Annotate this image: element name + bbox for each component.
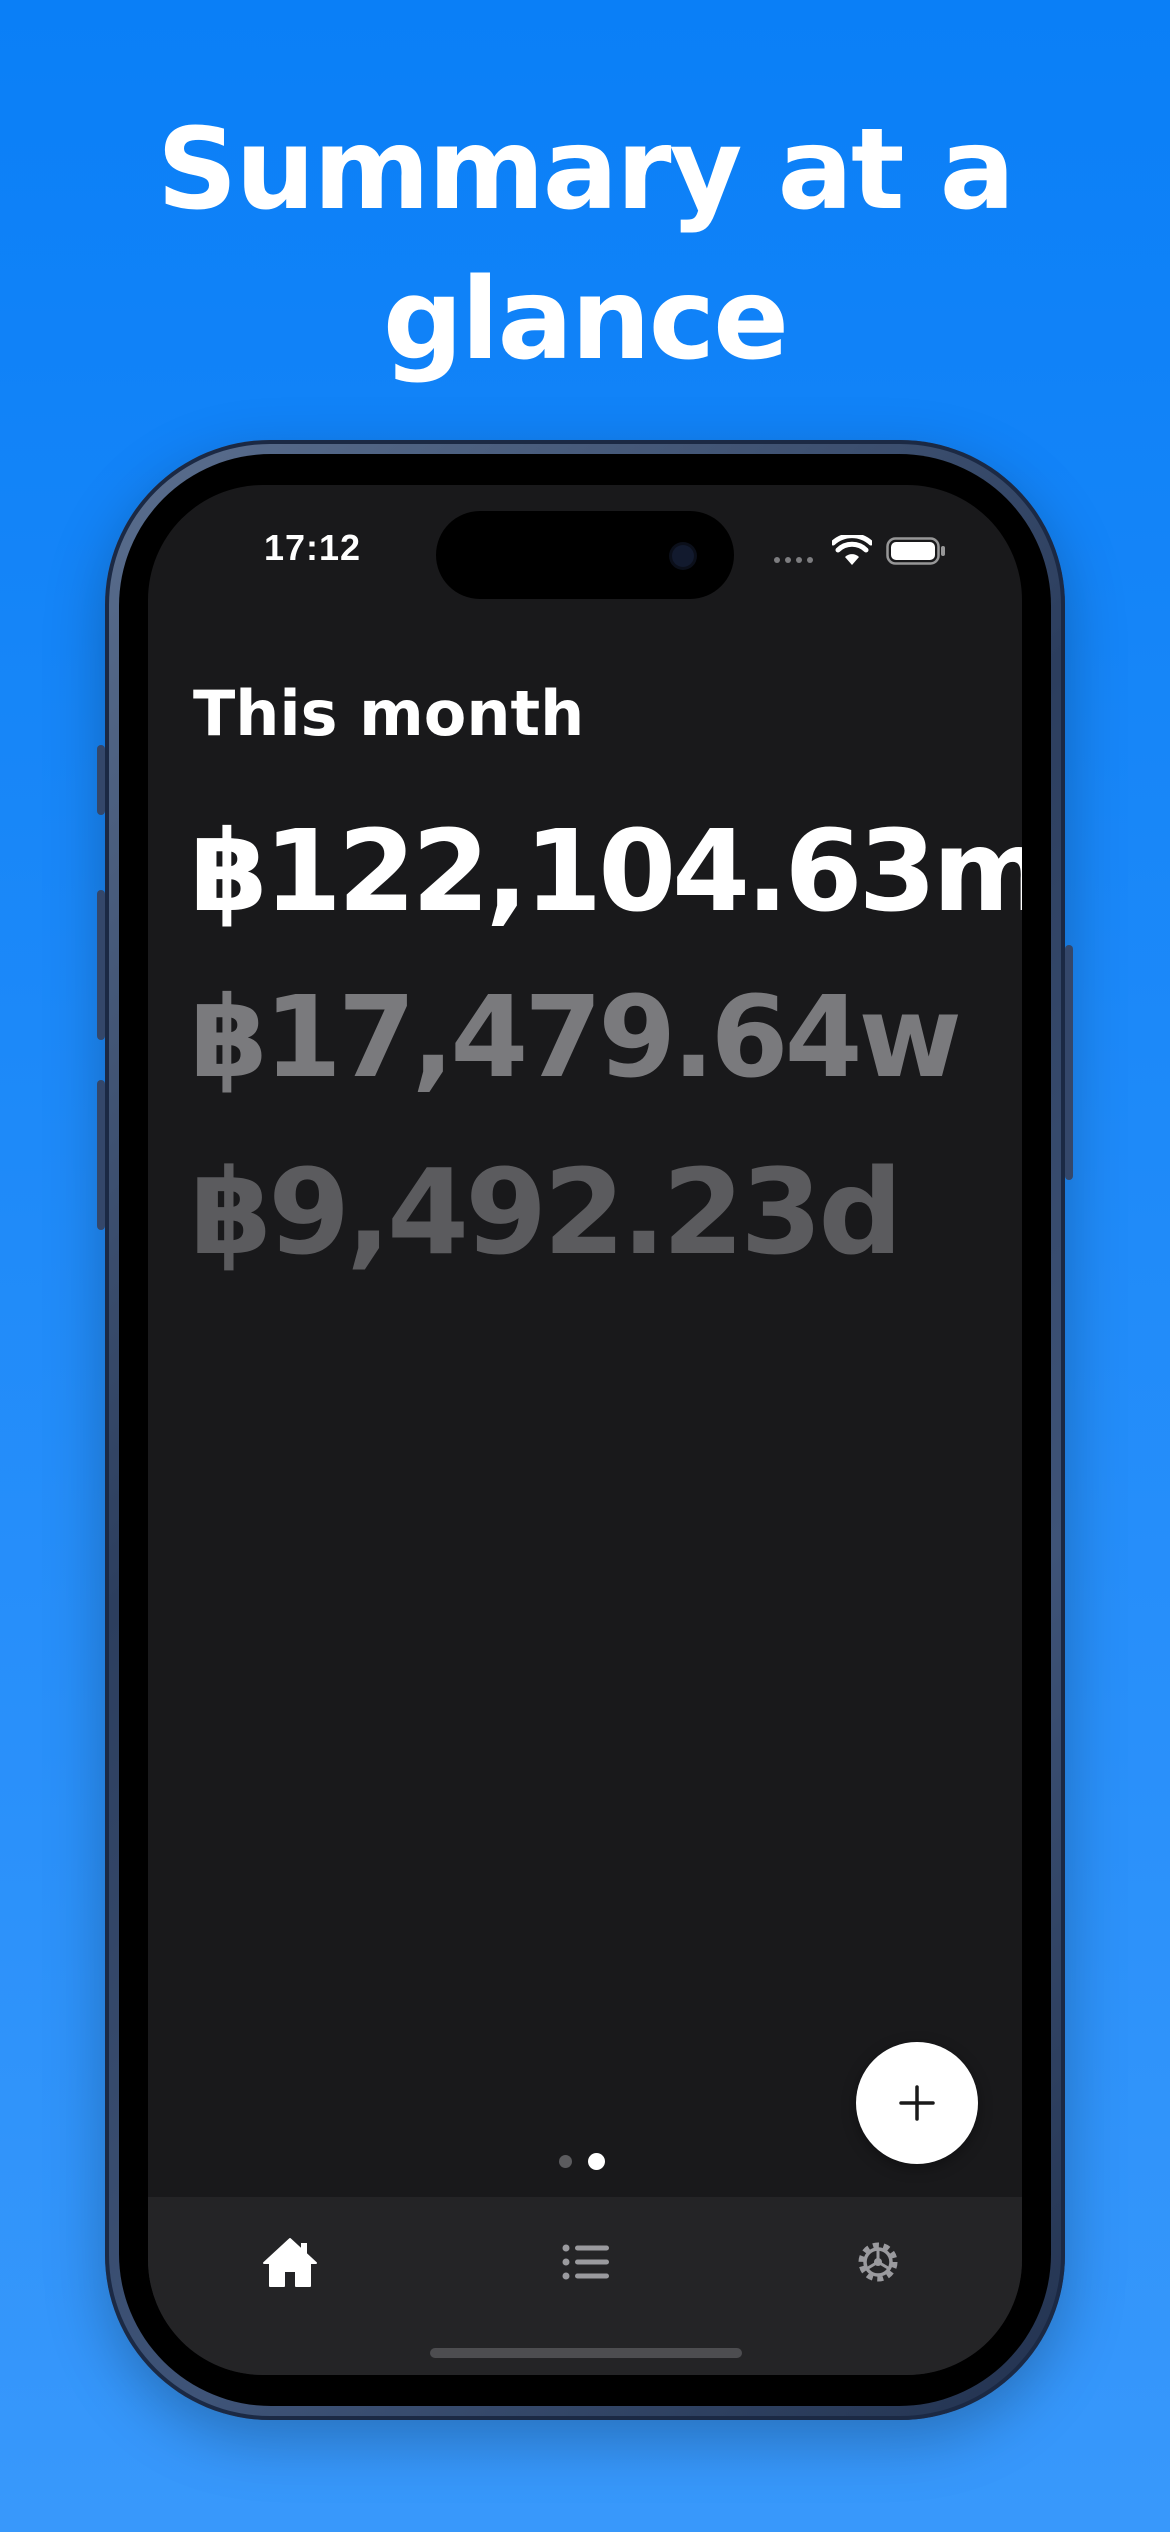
home-indicator[interactable] <box>430 2348 742 2358</box>
tab-settings[interactable] <box>838 2227 918 2297</box>
add-entry-button[interactable] <box>856 2042 978 2164</box>
daily-amount: ฿9,492.23d <box>190 1143 903 1281</box>
app-screen: 17:12 This month ฿122,104.63m ฿17,479.64… <box>148 485 1022 2375</box>
volume-up-button <box>97 890 105 1040</box>
period-label: This month <box>193 677 585 750</box>
status-time: 17:12 <box>264 527 362 568</box>
promo-headline: Summary at a glance <box>0 95 1170 395</box>
tab-list[interactable] <box>546 2227 626 2297</box>
list-icon <box>562 2244 609 2280</box>
cellular-signal-icon <box>774 557 813 563</box>
house-icon <box>263 2238 317 2287</box>
plus-icon <box>899 2085 935 2121</box>
tab-home[interactable] <box>250 2227 330 2297</box>
promo-headline-line-1: Summary at a <box>156 105 1015 235</box>
dynamic-island <box>436 511 734 599</box>
power-button <box>1065 945 1073 1180</box>
action-button <box>97 745 105 815</box>
volume-down-button <box>97 1080 105 1230</box>
front-camera-icon <box>672 545 694 567</box>
wifi-icon <box>832 535 872 565</box>
page-dot-1[interactable] <box>559 2155 572 2168</box>
page-indicator[interactable] <box>559 2153 605 2170</box>
battery-icon <box>886 537 945 565</box>
monthly-amount: ฿122,104.63m <box>190 807 1022 937</box>
promo-headline-line-2: glance <box>382 255 789 385</box>
weekly-amount: ฿17,479.64w <box>190 973 962 1103</box>
gear-icon <box>858 2242 898 2282</box>
page-dot-2[interactable] <box>588 2153 605 2170</box>
